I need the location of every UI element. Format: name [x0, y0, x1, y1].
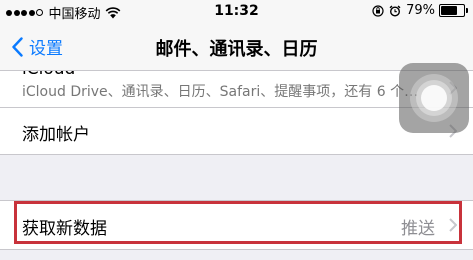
- assistive-touch-button[interactable]: [399, 63, 469, 133]
- orientation-lock-icon: [372, 4, 384, 17]
- status-bar: 中国移动 11:32 79%: [0, 0, 473, 22]
- assistive-touch-ring-inner: [421, 85, 447, 111]
- icloud-account-subtitle: iCloud Drive、通讯录、日历、Safari、提醒事项，还有 6 个…: [22, 84, 419, 100]
- add-account-label: 添加帐户: [22, 125, 90, 145]
- battery-fill: [441, 6, 457, 15]
- page-title: 邮件、通讯录、日历: [155, 39, 318, 60]
- alarm-icon: [389, 4, 401, 17]
- fetch-new-data-value: 推送: [401, 219, 435, 239]
- icloud-account-title: iCloud: [22, 71, 75, 79]
- status-right: 79%: [372, 3, 468, 18]
- battery-percent: 79%: [406, 3, 435, 18]
- navigation-bar: 设置 邮件、通讯录、日历: [0, 22, 473, 71]
- chevron-right-icon: [449, 218, 457, 232]
- fetch-new-data-row[interactable]: 获取新数据 推送: [0, 200, 473, 250]
- battery-icon: [439, 4, 468, 17]
- fetch-new-data-label: 获取新数据: [22, 219, 107, 239]
